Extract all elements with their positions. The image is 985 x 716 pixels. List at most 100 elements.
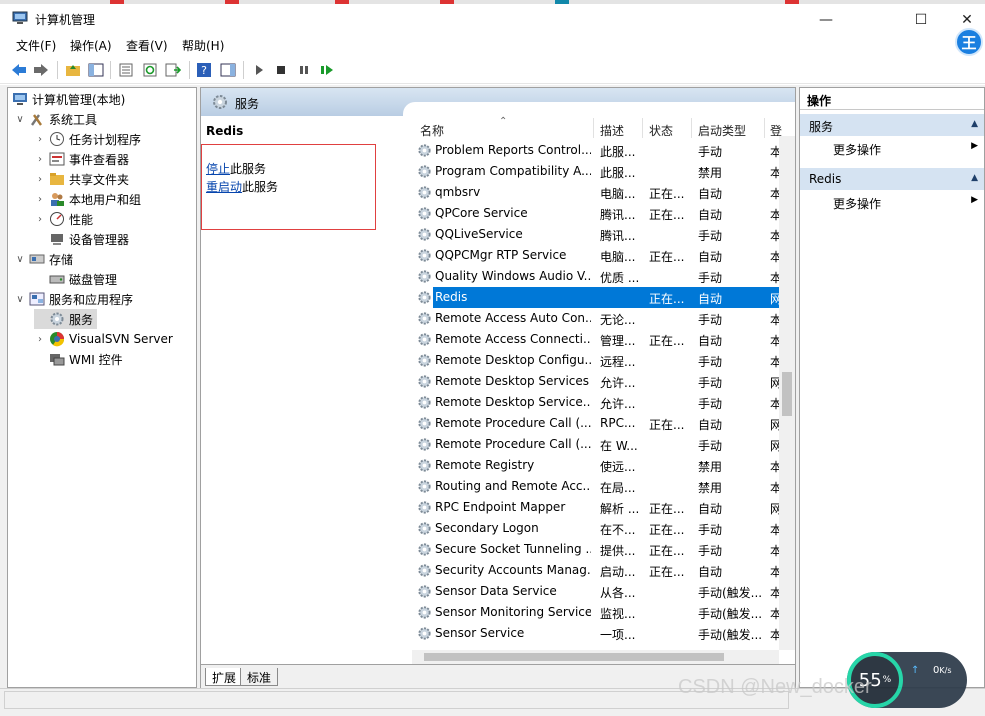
table-row[interactable]: Secondary Logon 在不... 正在... 手动本 [412,518,782,539]
export-list-icon[interactable] [164,61,182,79]
collapsed-chevron-icon[interactable]: › [34,154,46,165]
properties-sheet-icon[interactable] [117,61,135,79]
stop-service-link[interactable]: 停止 [206,162,230,176]
tree-node-shared-folders[interactable]: › 共享文件夹 [34,169,129,189]
table-row[interactable]: Problem Reports Control... 此服... 手动本 [412,140,782,161]
more-actions-services[interactable]: 更多操作 ▶ [800,137,984,159]
refresh-icon[interactable] [141,61,159,79]
table-row[interactable]: Remote Access Auto Con... 无论... 手动本 [412,308,782,329]
back-arrow-icon[interactable] [10,61,28,79]
actions-section-label: Redis [809,172,842,186]
collapsed-chevron-icon[interactable]: › [34,334,46,345]
collapse-caret-icon[interactable]: ▲ [971,173,978,183]
collapse-caret-icon[interactable]: ▲ [971,119,978,129]
main-area: 计算机管理(本地) ∨ 系统工具 › 任务计划程序 › 事件查看器 › 共享文件夹 › 本地用户和组… [0,85,985,689]
actions-section-redis[interactable]: Redis ▲ [800,168,984,190]
table-row[interactable]: Remote Desktop Configu... 远程... 手动本 [412,350,782,371]
table-row[interactable]: QPCore Service 腾讯... 正在... 自动本 [412,203,782,224]
more-actions-redis[interactable]: 更多操作 ▶ [800,191,984,213]
service-name: Remote Access Connecti... [435,332,591,346]
table-row[interactable]: Routing and Remote Acc... 在局... 禁用本 [412,476,782,497]
table-row-selected[interactable]: Redis 正在... 自动网 [412,287,782,308]
stop-service-icon[interactable] [272,61,290,79]
horizontal-scrollbar[interactable] [412,650,779,664]
tab-extended[interactable]: 扩展 [205,668,244,686]
column-header-description[interactable]: 描述 [600,122,624,139]
start-service-icon[interactable] [250,61,268,79]
maximize-button[interactable]: ☐ [898,8,944,32]
service-startup-type: 自动 [698,208,723,222]
actions-section-services[interactable]: 服务 ▲ [800,114,984,136]
tree-node-local-users[interactable]: › 本地用户和组 [34,189,141,209]
collapsed-chevron-icon[interactable]: › [34,194,46,205]
tree-node-storage[interactable]: ∨ 存储 [14,249,73,269]
vertical-scroll-thumb[interactable] [782,372,792,416]
restart-service-icon[interactable] [318,61,336,79]
service-status: 正在... [649,292,685,306]
up-folder-icon[interactable] [64,61,82,79]
device-manager-icon [49,231,65,247]
table-row[interactable]: Remote Desktop Service... 允许... 手动本 [412,392,782,413]
menu-file[interactable]: 文件(F) [16,37,56,54]
expanded-chevron-icon[interactable]: ∨ [14,114,26,125]
help-icon[interactable]: ? [195,61,213,79]
user-avatar-badge[interactable]: 王 [955,28,983,56]
collapsed-chevron-icon[interactable]: › [34,174,46,185]
menu-action[interactable]: 操作(A) [70,37,112,54]
horizontal-scroll-thumb[interactable] [424,653,724,661]
collapsed-chevron-icon[interactable]: › [34,134,46,145]
menu-view[interactable]: 查看(V) [126,37,168,54]
service-startup-type: 自动 [698,502,723,516]
tree-node-services-apps[interactable]: ∨ 服务和应用程序 [14,289,133,309]
column-header-status[interactable]: 状态 [649,122,673,139]
table-row[interactable]: Remote Procedure Call (... RPC... 正在... 自动网 [412,413,782,434]
table-row[interactable]: Sensor Service 一项... 手动(触发... 本 [412,623,782,644]
pause-service-icon[interactable] [295,61,313,79]
restart-service-link[interactable]: 重启动 [206,180,242,194]
expanded-chevron-icon[interactable]: ∨ [14,254,26,265]
table-row[interactable]: Security Accounts Manag... 启动... 正在... 自动本 [412,560,782,581]
tree-node-performance[interactable]: › 性能 [34,209,93,229]
service-description: RPC... [600,416,636,430]
tree-node-label: 设备管理器 [69,232,130,247]
expanded-chevron-icon[interactable]: ∨ [14,294,26,305]
table-row[interactable]: qmbsrv 电脑... 正在... 自动本 [412,182,782,203]
menu-help[interactable]: 帮助(H) [182,37,224,54]
service-startup-type: 手动 [698,544,723,558]
minimize-button[interactable]: — [803,8,849,32]
show-hide-action-pane-icon[interactable] [219,61,237,79]
table-row[interactable]: Remote Procedure Call (... 在 W... 手动网 [412,434,782,455]
table-row[interactable]: Remote Access Connecti... 管理... 正在... 自动本 [412,329,782,350]
tree-node-task-scheduler[interactable]: › 任务计划程序 [34,129,141,149]
show-hide-tree-icon[interactable] [87,61,105,79]
tree-node-device-manager[interactable]: 设备管理器 [34,229,129,249]
tree-node-visualsvn[interactable]: › VisualSVN Server [34,329,173,349]
table-row[interactable]: Remote Registry 使远... 禁用本 [412,455,782,476]
table-row[interactable]: Remote Desktop Services 允许... 手动网 [412,371,782,392]
table-row[interactable]: Quality Windows Audio V... 优质 ... 手动本 [412,266,782,287]
table-row[interactable]: QQLiveService 腾讯... 手动本 [412,224,782,245]
tab-standard[interactable]: 标准 [240,668,279,686]
table-row[interactable]: Sensor Data Service 从各... 手动(触发... 本 [412,581,782,602]
vertical-scrollbar[interactable] [779,136,795,650]
forward-arrow-icon[interactable] [32,61,50,79]
collapsed-chevron-icon[interactable]: › [34,214,46,225]
toolbar: ? [0,57,985,84]
table-row[interactable]: Program Compatibility A... 此服... 禁用本 [412,161,782,182]
service-name: Sensor Monitoring Service [435,605,591,619]
watermark-text: CSDN @New_docker [678,676,872,698]
table-row[interactable]: RPC Endpoint Mapper 解析 ... 正在... 自动网 [412,497,782,518]
column-header-name[interactable]: 名称 [420,122,444,139]
table-row[interactable]: QQPCMgr RTP Service 电脑... 正在... 自动本 [412,245,782,266]
tree-node-wmi-control[interactable]: WMI 控件 [34,349,123,369]
tree-node-system-tools[interactable]: ∨ 系统工具 [14,109,97,129]
service-startup-type: 手动 [698,313,723,327]
column-header-startup-type[interactable]: 启动类型 [698,122,746,139]
header-curve [403,102,795,116]
table-row[interactable]: Secure Socket Tunneling ... 提供... 正在... 手动本 [412,539,782,560]
tree-node-disk-management[interactable]: 磁盘管理 [34,269,117,289]
tree-node-event-viewer[interactable]: › 事件查看器 [34,149,129,169]
table-row[interactable]: Sensor Monitoring Service 监视... 手动(触发... 本 [412,602,782,623]
tree-node-services[interactable]: 服务 [34,309,98,329]
tree-node-computer-management[interactable]: 计算机管理(本地) [12,89,125,109]
